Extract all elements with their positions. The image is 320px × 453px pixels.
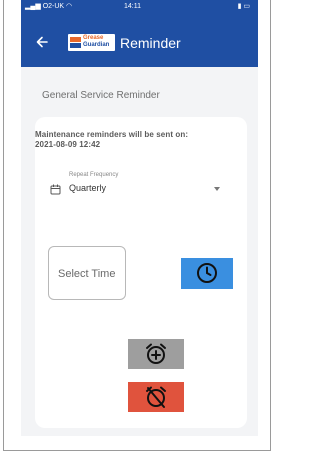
alarm-add-icon bbox=[146, 343, 166, 364]
notice-text: Maintenance reminders will be sent on: bbox=[35, 130, 189, 139]
alarm-off-icon bbox=[146, 386, 166, 408]
chevron-down-icon[interactable] bbox=[214, 187, 220, 191]
carrier-label: ▂▄▆ O2-UK ◠ bbox=[25, 3, 73, 10]
signal-icon: ▂▄▆ bbox=[25, 3, 41, 10]
page-title: Reminder bbox=[120, 35, 181, 51]
wifi-icon: ◠ bbox=[66, 3, 73, 10]
alarm-off-button[interactable] bbox=[128, 382, 184, 412]
grease-guardian-logo: Grease Guardian bbox=[68, 34, 115, 51]
logo-text-guardian: Guardian bbox=[83, 42, 110, 48]
status-time: 14:11 bbox=[124, 3, 141, 10]
back-arrow-icon[interactable] bbox=[35, 35, 49, 49]
repeat-frequency-label: Repeat Frequency bbox=[69, 172, 119, 178]
repeat-frequency-select[interactable]: Quarterly bbox=[69, 183, 106, 193]
maintenance-notice: Maintenance reminders will be sent on: 2… bbox=[35, 130, 247, 150]
select-time-input[interactable]: Select Time bbox=[48, 246, 126, 300]
add-alarm-button[interactable] bbox=[128, 339, 184, 369]
app-bar: Grease Guardian Reminder bbox=[21, 13, 258, 67]
reminder-card: Maintenance reminders will be sent on: 2… bbox=[35, 117, 247, 428]
notice-datetime: 2021-08-09 12:42 bbox=[35, 140, 101, 149]
section-title: General Service Reminder bbox=[42, 90, 160, 101]
logo-mark-icon bbox=[70, 37, 81, 48]
battery-icon: ▮ ▭ bbox=[237, 3, 250, 10]
status-bar: ▂▄▆ O2-UK ◠ 14:11 ▮ ▭ bbox=[21, 0, 258, 13]
clock-icon bbox=[197, 263, 217, 283]
logo-text-grease: Grease bbox=[83, 35, 104, 41]
calendar-icon bbox=[50, 184, 61, 195]
phone-screen: ▂▄▆ O2-UK ◠ 14:11 ▮ ▭ Grease Guardian Re… bbox=[21, 0, 258, 436]
pick-time-button[interactable] bbox=[181, 258, 233, 289]
